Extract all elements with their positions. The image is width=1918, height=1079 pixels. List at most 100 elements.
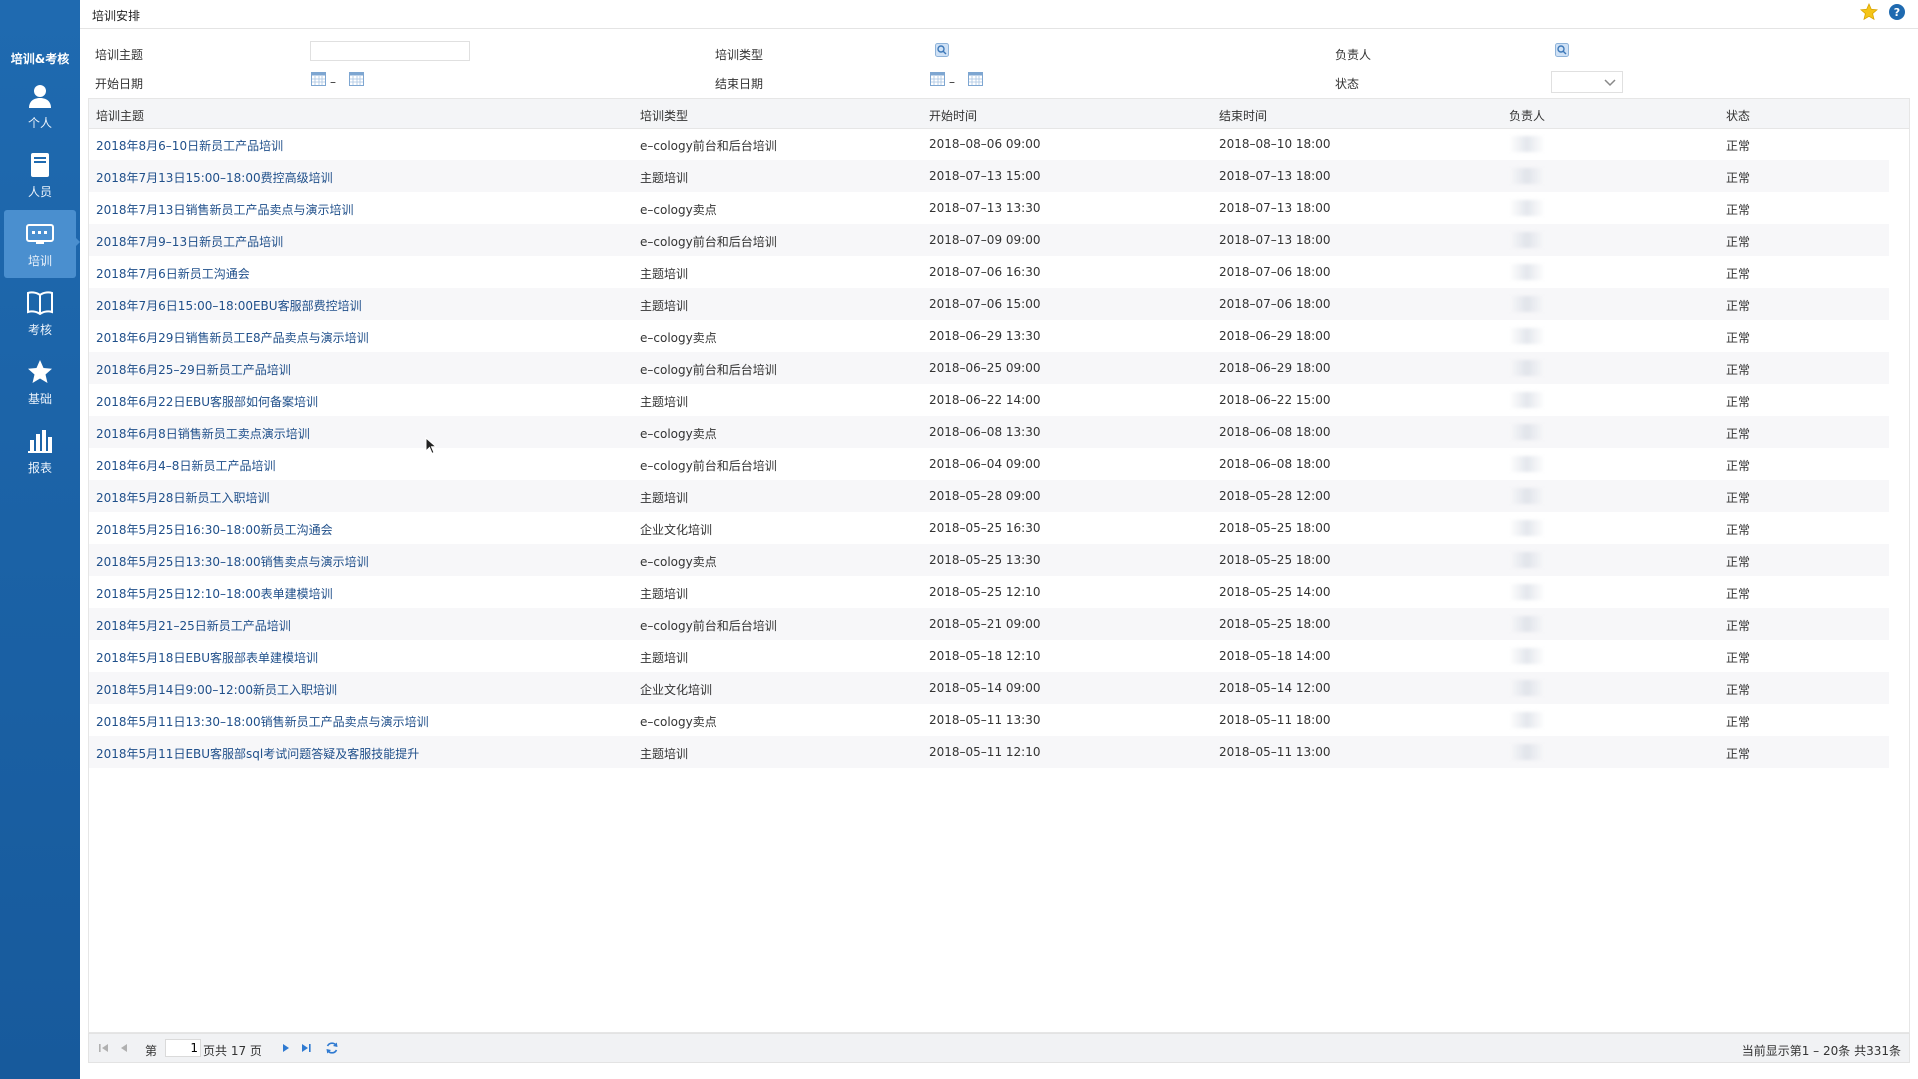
header-start[interactable]: 开始时间	[929, 107, 977, 124]
start-date-from-calendar-icon[interactable]	[311, 72, 326, 86]
table-row[interactable]: 2018年5月18日EBU客服部表单建模培训 主题培训 2018–05–18 12:…	[89, 640, 1889, 672]
sidebar-item-exam[interactable]: 考核	[4, 279, 76, 347]
open-book-icon	[26, 289, 54, 317]
page-number-input[interactable]	[165, 1039, 201, 1057]
table-row[interactable]: 2018年7月13日15:00–18:00费控高级培训 主题培训 2018–07–1…	[89, 160, 1889, 192]
cell-owner-redacted	[1509, 232, 1545, 248]
cell-type: e–cology卖点	[640, 715, 717, 729]
cell-end: 2018–05–14 12:00	[1219, 681, 1331, 695]
cell-subject[interactable]: 2018年7月13日销售新员工产品卖点与演示培训	[96, 201, 353, 218]
end-date-label: 结束日期	[715, 77, 764, 91]
header-status[interactable]: 状态	[1726, 107, 1750, 124]
table-row[interactable]: 2018年7月13日销售新员工产品卖点与演示培训 e–cology卖点 2018–0…	[89, 192, 1889, 224]
cell-subject[interactable]: 2018年6月25–29日新员工产品培训	[96, 361, 291, 378]
table-row[interactable]: 2018年6月8日销售新员工卖点演示培训 e–cology卖点 2018–06–08…	[89, 416, 1889, 448]
sidebar-item-basic[interactable]: 基础	[4, 348, 76, 416]
cell-subject[interactable]: 2018年6月22日EBU客服部如何备案培训	[96, 393, 318, 410]
table-row[interactable]: 2018年7月6日15:00–18:00EBU客服部费控培训 主题培训 2018–0…	[89, 288, 1889, 320]
next-page-icon[interactable]	[279, 1041, 293, 1055]
prev-page-icon[interactable]	[117, 1041, 131, 1055]
owner-browse-icon[interactable]	[1555, 43, 1569, 57]
refresh-icon[interactable]	[325, 1041, 339, 1055]
sidebar-item-training[interactable]: 培训	[4, 210, 76, 278]
end-date-from-calendar-icon[interactable]	[930, 72, 945, 86]
table-row[interactable]: 2018年5月25日16:30–18:00新员工沟通会 企业文化培训 2018–05…	[89, 512, 1889, 544]
cell-start: 2018–05–18 12:10	[929, 649, 1041, 663]
table-header: 培训主题 培训类型 开始时间 结束时间 负责人 状态	[89, 99, 1909, 129]
table-row[interactable]: 2018年5月14日9:00–12:00新员工入职培训 企业文化培训 2018–05…	[89, 672, 1889, 704]
table-row[interactable]: 2018年5月28日新员工入职培训 主题培训 2018–05–28 09:00 201…	[89, 480, 1889, 512]
cell-subject[interactable]: 2018年5月18日EBU客服部表单建模培训	[96, 649, 318, 666]
table-row[interactable]: 2018年6月25–29日新员工产品培训 e–cology前台和后台培训 2018–…	[89, 352, 1889, 384]
cell-type: 主题培训	[640, 747, 689, 761]
header-end[interactable]: 结束时间	[1219, 107, 1267, 124]
cell-end: 2018–05–28 12:00	[1219, 489, 1331, 503]
cell-subject[interactable]: 2018年5月25日12:10–18:00表单建模培训	[96, 585, 333, 602]
sidebar-item-staff[interactable]: 人员	[4, 141, 76, 209]
table-row[interactable]: 2018年6月4–8日新员工产品培训 e–cology前台和后台培训 2018–06…	[89, 448, 1889, 480]
favorite-star-icon[interactable]	[1860, 2, 1878, 24]
table-row[interactable]: 2018年5月21–25日新员工产品培训 e–cology前台和后台培训 2018–…	[89, 608, 1889, 640]
cell-start: 2018–06–04 09:00	[929, 457, 1041, 471]
cell-subject[interactable]: 2018年8月6–10日新员工产品培训	[96, 137, 283, 154]
cell-subject[interactable]: 2018年5月25日16:30–18:00新员工沟通会	[96, 521, 333, 538]
date-range-separator: –	[949, 75, 955, 89]
cell-subject[interactable]: 2018年5月28日新员工入职培训	[96, 489, 269, 506]
cell-owner-redacted	[1509, 552, 1545, 568]
header-subject[interactable]: 培训主题	[96, 107, 144, 124]
cell-subject[interactable]: 2018年6月29日销售新员工E8产品卖点与演示培训	[96, 329, 369, 346]
sidebar-item-reports[interactable]: 报表	[4, 417, 76, 485]
cell-subject[interactable]: 2018年5月21–25日新员工产品培训	[96, 617, 291, 634]
sidebar-item-personal[interactable]: 个人	[4, 72, 76, 140]
type-browse-icon[interactable]	[935, 43, 949, 57]
start-date-to-calendar-icon[interactable]	[349, 72, 364, 86]
cell-subject[interactable]: 2018年7月9–13日新员工产品培训	[96, 233, 283, 250]
sidebar: 培训&考核 个人 人员 培训 考核 基础 报表	[0, 0, 80, 1079]
cell-status: 正常	[1726, 619, 1751, 633]
cell-end: 2018–05–11 13:00	[1219, 745, 1331, 759]
table-row[interactable]: 2018年8月6–10日新员工产品培训 e–cology前台和后台培训 2018–0…	[89, 128, 1889, 160]
cell-subject[interactable]: 2018年5月11日EBU客服部sql考试问题答疑及客服技能提升	[96, 745, 419, 762]
cell-start: 2018–07–13 15:00	[929, 169, 1041, 183]
sidebar-item-label: 报表	[27, 460, 52, 475]
cell-start: 2018–05–11 12:10	[929, 745, 1041, 759]
table-row[interactable]: 2018年5月25日13:30–18:00销售卖点与演示培训 e–cology卖点…	[89, 544, 1889, 576]
cell-type: e–cology前台和后台培训	[640, 619, 777, 633]
type-label: 培训类型	[715, 48, 764, 62]
table-row[interactable]: 2018年6月22日EBU客服部如何备案培训 主题培训 2018–06–22 14:…	[89, 384, 1889, 416]
cell-status: 正常	[1726, 235, 1751, 249]
status-select[interactable]	[1551, 71, 1623, 93]
end-date-to-calendar-icon[interactable]	[968, 72, 983, 86]
table-row[interactable]: 2018年7月9–13日新员工产品培训 e–cology前台和后台培训 2018–0…	[89, 224, 1889, 256]
table-row[interactable]: 2018年5月11日13:30–18:00销售新员工产品卖点与演示培训 e–col…	[89, 704, 1889, 736]
table-row[interactable]: 2018年5月25日12:10–18:00表单建模培训 主题培训 2018–05–2…	[89, 576, 1889, 608]
last-page-icon[interactable]	[299, 1041, 313, 1055]
table-row[interactable]: 2018年7月6日新员工沟通会 主题培训 2018–07–06 16:30 2018–…	[89, 256, 1889, 288]
cell-subject[interactable]: 2018年6月8日销售新员工卖点演示培训	[96, 425, 310, 442]
cell-subject[interactable]: 2018年7月6日15:00–18:00EBU客服部费控培训	[96, 297, 362, 314]
cell-subject[interactable]: 2018年5月25日13:30–18:00销售卖点与演示培训	[96, 553, 369, 570]
cell-start: 2018–07–13 13:30	[929, 201, 1041, 215]
table-row[interactable]: 2018年5月11日EBU客服部sql考试问题答疑及客服技能提升 主题培训 2018…	[89, 736, 1889, 768]
cell-end: 2018–06–08 18:00	[1219, 457, 1331, 471]
cell-status: 正常	[1726, 747, 1751, 761]
cell-owner-redacted	[1509, 424, 1545, 440]
header-owner[interactable]: 负责人	[1509, 107, 1545, 124]
table-row[interactable]: 2018年6月29日销售新员工E8产品卖点与演示培训 e–cology卖点 2018…	[89, 320, 1889, 352]
cell-start: 2018–06–08 13:30	[929, 425, 1041, 439]
main-content: 培训安排 ? 培训主题 培训类型 负责人 开始日期 – 结束日期 – 状态 培训…	[80, 0, 1918, 1079]
cell-type: 主题培训	[640, 491, 689, 505]
cell-subject[interactable]: 2018年7月13日15:00–18:00费控高级培训	[96, 169, 333, 186]
cell-type: 主题培训	[640, 267, 689, 281]
subject-input[interactable]	[310, 41, 470, 61]
sidebar-item-label: 人员	[27, 184, 52, 199]
cell-subject[interactable]: 2018年5月14日9:00–12:00新员工入职培训	[96, 681, 337, 698]
cell-subject[interactable]: 2018年7月6日新员工沟通会	[96, 265, 250, 282]
first-page-icon[interactable]	[97, 1041, 111, 1055]
header-type[interactable]: 培训类型	[640, 107, 688, 124]
app-title: 培训&考核	[10, 52, 70, 66]
pagination-bar: 第 页共 17 页 当前显示第1 – 20条 共331条	[88, 1033, 1910, 1063]
help-icon[interactable]: ?	[1888, 3, 1906, 24]
cell-subject[interactable]: 2018年6月4–8日新员工产品培训	[96, 457, 275, 474]
cell-subject[interactable]: 2018年5月11日13:30–18:00销售新员工产品卖点与演示培训	[96, 713, 429, 730]
